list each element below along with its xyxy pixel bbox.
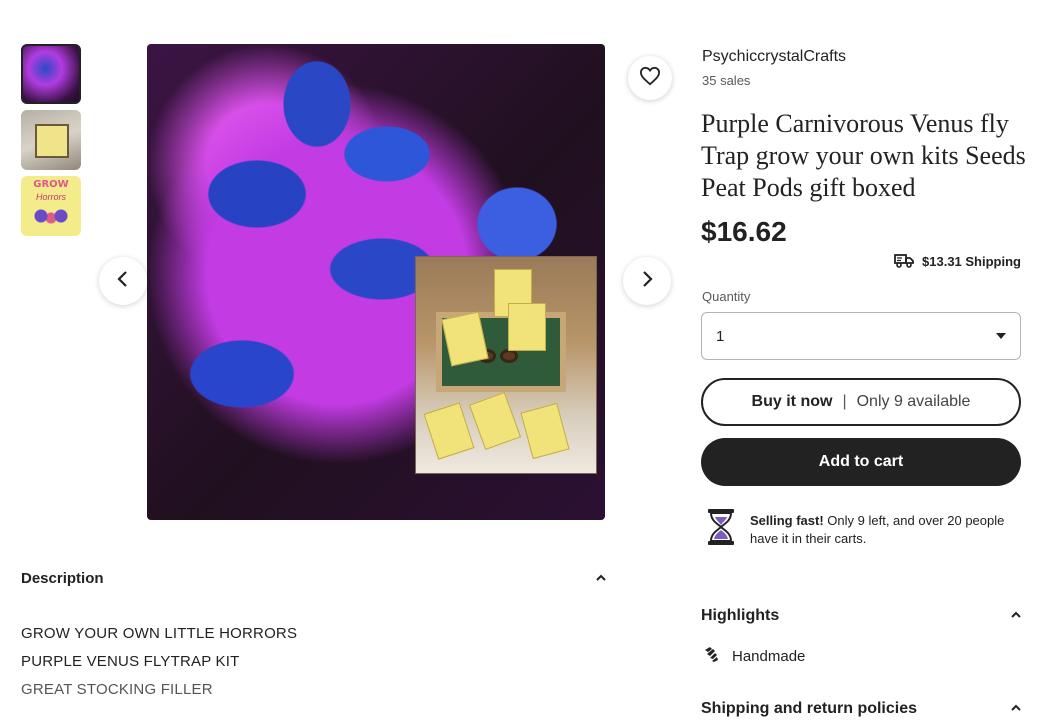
description-toggle[interactable]: Description xyxy=(21,570,606,587)
selling-fast-notice: Selling fast! Only 9 left, and over 20 p… xyxy=(706,508,1006,551)
highlights-toggle[interactable]: Highlights xyxy=(701,607,1021,625)
availability-text: Only 9 available xyxy=(856,393,971,410)
shipping-policies-toggle[interactable]: Shipping and return policies xyxy=(701,700,1021,718)
seed-card xyxy=(423,402,475,460)
listing-title: Purple Carnivorous Venus fly Trap grow y… xyxy=(701,109,1026,202)
handmade-label: Handmade xyxy=(732,647,806,665)
previous-image-button[interactable] xyxy=(99,257,147,305)
add-to-cart-button[interactable]: Add to cart xyxy=(701,438,1021,486)
shipping-info: $13.31 Shipping xyxy=(894,252,1021,271)
shop-name-link[interactable]: PsychiccrystalCrafts xyxy=(702,48,846,66)
quantity-value: 1 xyxy=(716,327,725,345)
chevron-up-icon xyxy=(1011,607,1021,625)
chevron-left-icon xyxy=(116,269,130,294)
thumbnail-3-figures xyxy=(31,206,71,226)
listing-price: $16.62 xyxy=(701,216,787,247)
highlight-handmade: Handmade xyxy=(702,645,805,667)
selling-fast-text: Selling fast! Only 9 left, and over 20 p… xyxy=(750,512,1006,548)
thumbnail-2[interactable] xyxy=(21,110,81,170)
thumbnail-3-title: GROW xyxy=(33,179,69,190)
thumbnail-strip: GROW Horrors xyxy=(21,44,81,242)
buy-now-separator: | xyxy=(842,393,847,410)
thumbnail-3-subtitle: Horrors xyxy=(35,192,66,202)
truck-icon xyxy=(894,252,914,271)
selling-fast-label: Selling fast! xyxy=(750,513,824,528)
thumbnail-3[interactable]: GROW Horrors xyxy=(21,176,81,236)
shipping-cost: $13.31 Shipping xyxy=(922,254,1021,269)
kit-inset-photo xyxy=(415,256,597,474)
description-line: GREAT STOCKING FILLER xyxy=(21,681,213,698)
buy-it-now-label: Buy it now xyxy=(751,393,833,410)
seed-card xyxy=(508,303,546,351)
favorite-button[interactable] xyxy=(628,56,672,100)
shipping-policies-label: Shipping and return policies xyxy=(701,700,918,717)
peat-pod xyxy=(500,349,518,363)
thumbnail-1[interactable] xyxy=(21,44,81,104)
seed-card xyxy=(520,402,570,460)
sales-count: 35 sales xyxy=(702,73,751,88)
handmade-icon xyxy=(702,645,720,667)
description-body: GROW YOUR OWN LITTLE HORRORS PURPLE VENU… xyxy=(21,620,297,704)
chevron-up-icon xyxy=(596,570,606,587)
quantity-select[interactable]: 1 xyxy=(701,312,1021,360)
hourglass-icon xyxy=(706,508,736,551)
heart-icon xyxy=(639,66,661,91)
description-label: Description xyxy=(21,570,104,587)
chevron-right-icon xyxy=(640,269,654,294)
chevron-up-icon xyxy=(1011,700,1021,718)
description-line: GROW YOUR OWN LITTLE HORRORS xyxy=(21,625,298,642)
seed-card xyxy=(468,391,522,451)
quantity-label: Quantity xyxy=(702,289,751,304)
description-line: PURPLE VENUS FLYTRAP KIT xyxy=(21,653,240,670)
highlights-label: Highlights xyxy=(701,607,780,624)
main-product-image[interactable] xyxy=(147,44,605,520)
caret-down-icon xyxy=(996,333,1006,339)
buy-it-now-button[interactable]: Buy it now | Only 9 available xyxy=(701,378,1021,426)
next-image-button[interactable] xyxy=(623,257,671,305)
